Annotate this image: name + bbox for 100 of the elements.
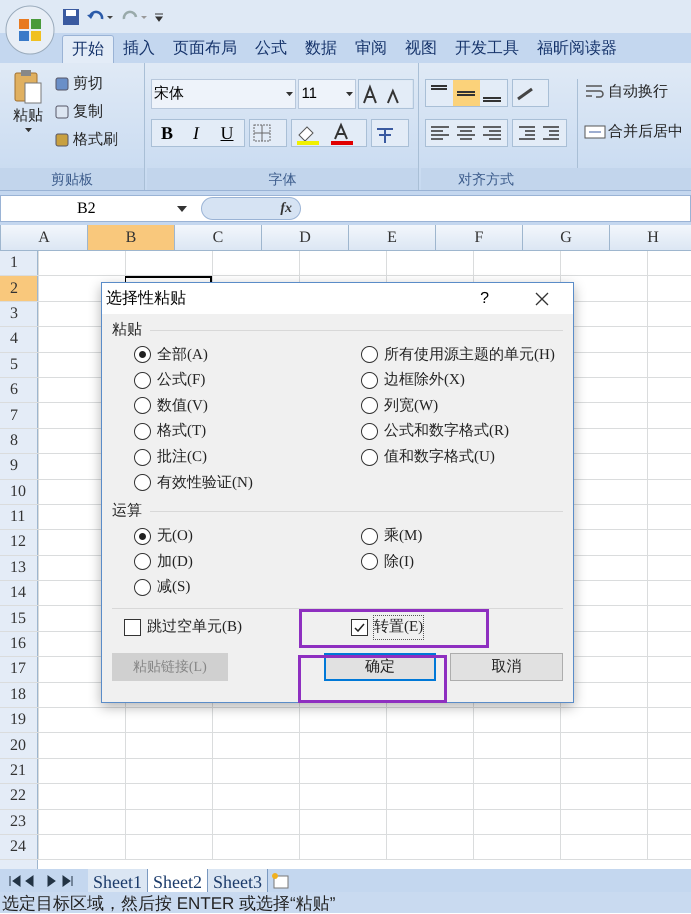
caret-icon[interactable] — [346, 92, 354, 96]
caret-icon[interactable] — [177, 206, 187, 212]
column-header[interactable]: E — [348, 225, 435, 250]
radio-button[interactable] — [134, 528, 151, 545]
column-header[interactable]: F — [435, 225, 522, 250]
ribbon-tab[interactable]: 视图 — [396, 35, 446, 63]
insert-function-button[interactable]: fx — [201, 197, 301, 220]
caret-icon[interactable] — [286, 92, 294, 96]
name-box[interactable]: B2 — [1, 196, 191, 221]
help-button[interactable]: ? — [480, 286, 489, 310]
customize-toolbar-icon[interactable] — [154, 10, 164, 22]
radio-button[interactable] — [361, 346, 378, 364]
radio-button[interactable] — [361, 528, 378, 545]
merge-cells-icon — [584, 123, 606, 141]
row-header[interactable]: 2 — [0, 276, 38, 301]
bold-button[interactable]: B — [152, 121, 182, 145]
column-header[interactable]: D — [261, 225, 348, 250]
font-name-field[interactable]: 宋体 — [151, 79, 296, 109]
cancel-button[interactable]: 取消 — [450, 653, 563, 682]
ribbon-tab[interactable]: 插入 — [114, 35, 164, 63]
radio-button[interactable] — [361, 372, 378, 389]
close-icon[interactable] — [535, 292, 549, 306]
row-header[interactable]: 1 — [0, 251, 38, 276]
row-header[interactable]: 9 — [0, 454, 38, 479]
row-header[interactable]: 22 — [0, 784, 38, 809]
radio-button[interactable] — [361, 553, 378, 570]
column-header[interactable]: C — [174, 225, 261, 250]
underline-button[interactable]: U — [210, 121, 244, 145]
row-header[interactable]: 13 — [0, 556, 38, 580]
checkbox[interactable] — [351, 618, 368, 636]
option-label: 边框除外(X) — [384, 370, 465, 390]
ribbon-tab[interactable]: 开始 — [62, 35, 114, 63]
paste-button[interactable]: 粘贴 — [8, 69, 48, 168]
row-header[interactable]: 11 — [0, 504, 38, 530]
row-header[interactable]: 14 — [0, 581, 38, 606]
save-icon[interactable] — [62, 8, 80, 26]
radio-button[interactable] — [134, 397, 151, 414]
row-header[interactable]: 17 — [0, 657, 38, 682]
radio-button[interactable] — [361, 397, 378, 414]
ribbon-tab[interactable]: 开发工具 — [446, 35, 528, 63]
row-header[interactable]: 12 — [0, 530, 38, 555]
radio-button[interactable] — [361, 448, 378, 466]
row-header[interactable]: 8 — [0, 428, 38, 454]
column-header[interactable]: B — [87, 225, 174, 250]
radio-button[interactable] — [134, 346, 151, 364]
ribbon-tab[interactable]: 公式 — [246, 35, 296, 63]
copy-button[interactable]: 复制 — [54, 99, 118, 125]
fill-color-icon[interactable] — [291, 119, 367, 147]
wrap-text-button[interactable]: 自动换行 — [584, 79, 683, 105]
merge-center-button[interactable]: 合并后居中 — [584, 119, 683, 145]
column-header[interactable]: H — [609, 225, 691, 250]
row-header[interactable]: 4 — [0, 327, 38, 352]
radio-button[interactable] — [134, 423, 151, 440]
row-header[interactable]: 23 — [0, 810, 38, 834]
radio-button[interactable] — [361, 423, 378, 440]
caret-icon[interactable] — [24, 128, 32, 132]
row-header[interactable]: 24 — [0, 834, 38, 860]
radio-button[interactable] — [134, 474, 151, 492]
horizontal-align-icon[interactable] — [425, 119, 569, 147]
cut-button[interactable]: 剪切 — [54, 71, 118, 97]
option-label: 加(D) — [157, 552, 193, 572]
sheet-tab[interactable]: Sheet2 — [148, 869, 208, 892]
column-header[interactable]: G — [522, 225, 609, 250]
row-header[interactable]: 21 — [0, 758, 38, 784]
group-label: 运算 — [112, 502, 142, 522]
option-label: 值和数字格式(U) — [384, 447, 495, 467]
row-header[interactable]: 3 — [0, 302, 38, 326]
row-header[interactable]: 19 — [0, 708, 38, 732]
radio-button[interactable] — [134, 372, 151, 389]
sheet-tab[interactable]: Sheet3 — [208, 869, 268, 892]
font-size-buttons-icon[interactable] — [358, 79, 414, 109]
ribbon-tab[interactable]: 数据 — [296, 35, 346, 63]
row-header[interactable]: 18 — [0, 682, 38, 708]
option-label: 公式和数字格式(R) — [384, 421, 509, 442]
row-header[interactable]: 10 — [0, 480, 38, 504]
vertical-align-icon[interactable] — [425, 79, 549, 107]
row-header[interactable]: 6 — [0, 378, 38, 402]
radio-button[interactable] — [134, 553, 151, 570]
dialog-title: 选择性粘贴 — [106, 288, 186, 308]
ribbon-tab[interactable]: 福昕阅读器 — [528, 35, 626, 63]
row-header[interactable]: 20 — [0, 733, 38, 758]
sheet-tab[interactable]: Sheet1 — [88, 869, 148, 892]
ribbon-tab[interactable]: 页面布局 — [164, 35, 246, 63]
checkbox[interactable] — [124, 618, 141, 636]
font-size-field[interactable]: 11 — [298, 79, 356, 109]
radio-button[interactable] — [134, 579, 151, 596]
row-header[interactable]: 15 — [0, 606, 38, 631]
option-label: 公式(F) — [157, 370, 206, 390]
option-label: 转置(E) — [374, 616, 424, 639]
borders-icon[interactable] — [249, 119, 287, 147]
row-header[interactable]: 16 — [0, 632, 38, 656]
group-label: 对齐方式 — [458, 170, 514, 188]
radio-button[interactable] — [134, 448, 151, 466]
row-header[interactable]: 5 — [0, 352, 38, 377]
phonetic-icon[interactable] — [371, 119, 409, 147]
italic-button[interactable]: I — [182, 121, 210, 145]
format-painter-button[interactable]: 格式刷 — [54, 127, 118, 153]
ribbon-tab[interactable]: 审阅 — [346, 35, 396, 63]
option-label: 有效性验证(N) — [157, 474, 253, 493]
row-header[interactable]: 7 — [0, 403, 38, 428]
